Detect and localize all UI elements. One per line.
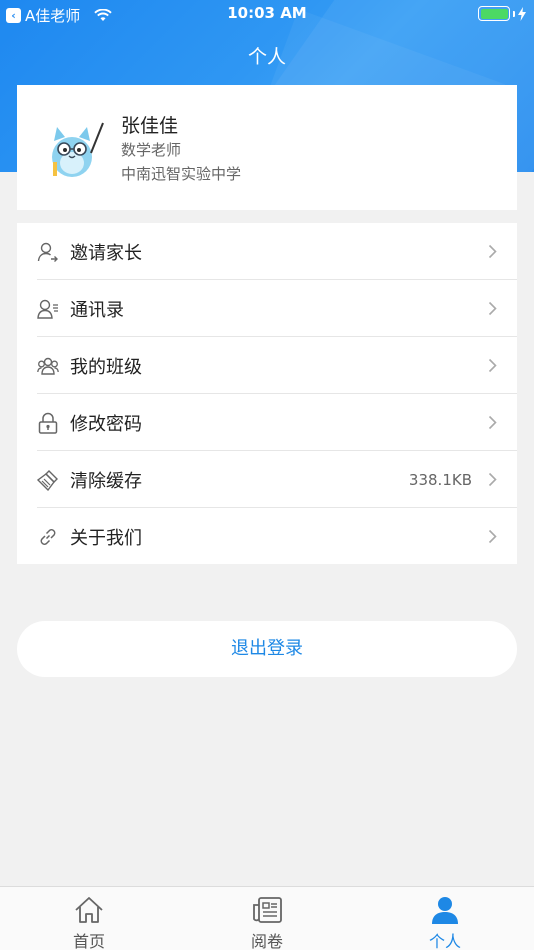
menu-label-my-class: 我的班级 bbox=[70, 356, 142, 378]
contacts-icon bbox=[37, 299, 58, 319]
avatar bbox=[52, 122, 104, 177]
person-icon bbox=[432, 897, 458, 924]
tab-label-personal: 个人 bbox=[428, 932, 461, 950]
profile-card[interactable]: 张佳佳 数学老师 中南迅智实验中学 bbox=[17, 85, 517, 210]
tab-personal[interactable]: 个人 bbox=[385, 887, 505, 950]
tab-label-home: 首页 bbox=[72, 932, 105, 950]
profile-name: 张佳佳 bbox=[121, 115, 179, 137]
chevron-right-icon bbox=[488, 244, 497, 259]
menu-item-contacts[interactable]: 通讯录 bbox=[17, 280, 517, 337]
menu-item-clear-cache[interactable]: 清除缓存 338.1KB bbox=[17, 451, 517, 508]
menu-item-about-us[interactable]: 关于我们 bbox=[17, 508, 517, 565]
menu-label-change-password: 修改密码 bbox=[70, 413, 142, 435]
menu-label-contacts: 通讯录 bbox=[70, 299, 124, 321]
charging-bolt-icon bbox=[518, 6, 526, 21]
tab-grading[interactable]: 阅卷 bbox=[207, 887, 327, 950]
chevron-right-icon bbox=[488, 358, 497, 373]
menu-item-invite-parent[interactable]: 邀请家长 bbox=[17, 223, 517, 280]
class-icon bbox=[37, 357, 59, 375]
settings-menu: 邀请家长 通讯录 我的班级 修改密码 清除缓存 338.1KB 关于我们 bbox=[17, 223, 517, 564]
broom-icon bbox=[37, 470, 58, 491]
battery-icon bbox=[478, 6, 526, 21]
home-icon bbox=[75, 897, 103, 923]
menu-item-my-class[interactable]: 我的班级 bbox=[17, 337, 517, 394]
page-title: 个人 bbox=[247, 46, 286, 68]
chevron-right-icon bbox=[488, 301, 497, 316]
cache-size: 338.1KB bbox=[408, 470, 472, 489]
logout-button[interactable]: 退出登录 bbox=[17, 621, 517, 677]
profile-school: 中南迅智实验中学 bbox=[121, 165, 242, 183]
menu-item-change-password[interactable]: 修改密码 bbox=[17, 394, 517, 451]
menu-label-invite-parent: 邀请家长 bbox=[70, 242, 142, 264]
tab-label-grading: 阅卷 bbox=[250, 932, 283, 950]
newspaper-icon bbox=[253, 897, 282, 923]
tab-bar: 首页 阅卷 个人 bbox=[0, 886, 534, 950]
chevron-right-icon bbox=[488, 472, 497, 487]
status-bar: ‹ A佳老师 10:03 AM bbox=[0, 0, 534, 28]
invite-parent-icon bbox=[37, 242, 58, 262]
chevron-right-icon bbox=[488, 529, 497, 544]
lock-icon bbox=[38, 412, 58, 434]
profile-role: 数学老师 bbox=[121, 141, 182, 159]
menu-label-clear-cache: 清除缓存 bbox=[70, 470, 142, 492]
tab-home[interactable]: 首页 bbox=[29, 887, 149, 950]
link-icon bbox=[40, 529, 56, 545]
status-time: 10:03 AM bbox=[227, 4, 307, 22]
chevron-right-icon bbox=[488, 415, 497, 430]
menu-label-about-us: 关于我们 bbox=[70, 527, 142, 549]
